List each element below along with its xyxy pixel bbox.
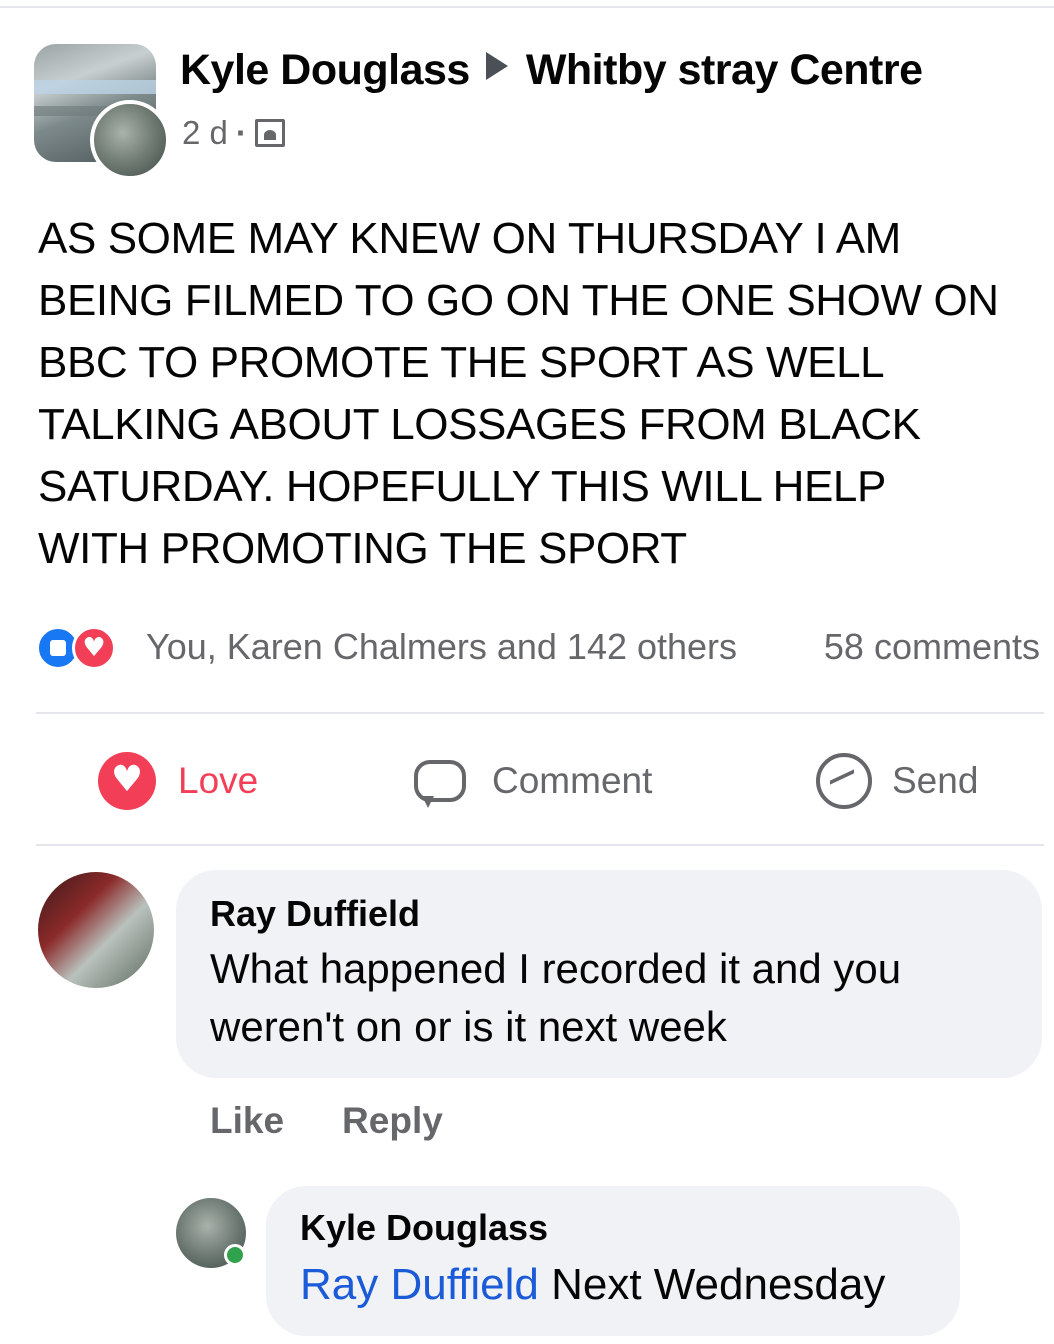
author-avatar[interactable] [90,100,170,180]
mention-link[interactable]: Ray Duffield [300,1260,539,1309]
comment-author[interactable]: Ray Duffield [210,890,1008,938]
reactions-summary[interactable]: You, Karen Chalmers and 142 others 58 co… [36,622,1046,670]
divider [36,844,1044,846]
heart-icon [98,752,156,810]
online-status-icon [224,1244,246,1266]
meta-separator: · [235,114,247,151]
reply-message: Next Wednesday [538,1260,886,1309]
reply-bubble[interactable]: Kyle Douglass Ray Duffield Next Wednesda… [266,1186,960,1336]
group-audience-icon [254,119,285,147]
comment-bubble[interactable]: Ray Duffield What happened I recorded it… [176,870,1042,1078]
post-avatar-group[interactable] [34,44,170,180]
send-button[interactable]: Send [816,750,978,812]
comment-label: Comment [492,760,653,801]
group-name[interactable]: Whitby stray Centre [526,46,923,94]
post-header: Kyle Douglass Whitby stray Centre [180,46,923,95]
comment-reply-button[interactable]: Reply [342,1100,443,1141]
group-avatar-detail [34,80,156,94]
post-body-text: AS SOME MAY KNEW ON THURSDAY I AM BEING … [38,214,999,573]
comment-bubble-icon [414,760,466,808]
commenter-avatar[interactable] [38,872,154,988]
post-meta: 2 d · [182,114,285,152]
send-label: Send [892,760,979,801]
divider [36,712,1044,714]
comment-text: What happened I recorded it and you were… [210,945,902,1050]
messenger-icon [816,753,872,809]
love-reaction-icon [72,626,116,670]
reply-text: Ray Duffield Next Wednesday [300,1256,926,1314]
reactions-names[interactable]: You, Karen Chalmers and 142 others [146,626,737,668]
top-divider [0,6,1054,8]
reaction-icons[interactable] [36,626,136,670]
comment-button[interactable]: Comment [414,750,652,812]
love-label: Love [178,760,259,801]
comment-actions: Like Reply [210,1100,501,1142]
triangle-right-icon [485,52,508,80]
post-timestamp[interactable]: 2 d [182,114,228,152]
author-name[interactable]: Kyle Douglass [180,46,470,94]
comments-count[interactable]: 58 comments [824,626,1040,668]
reply-author[interactable]: Kyle Douglass [300,1204,926,1252]
love-button[interactable]: Love [98,750,258,812]
post-action-bar: Love Comment Send [36,736,1044,826]
comment-like-button[interactable]: Like [210,1100,284,1141]
